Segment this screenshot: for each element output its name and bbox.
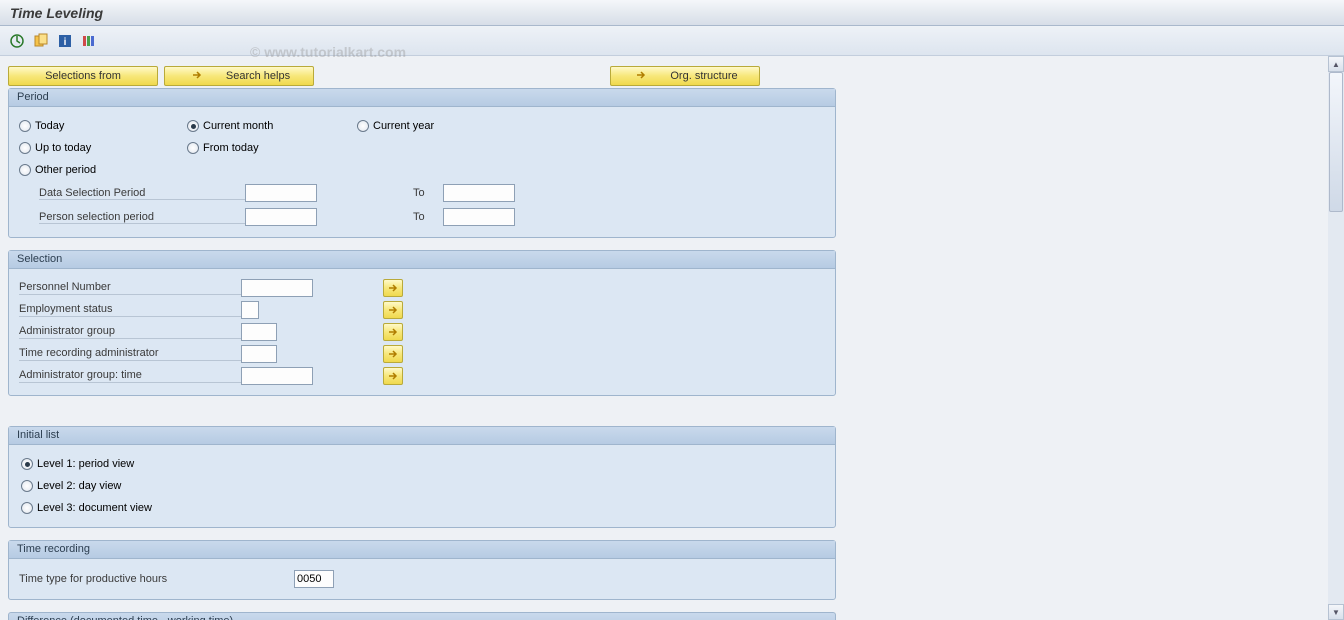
personnel-number-multi-button[interactable] [383, 279, 403, 297]
time-rec-admin-label: Time recording administrator [19, 347, 241, 361]
personnel-number-label: Personnel Number [19, 281, 241, 295]
radio-current-month[interactable] [187, 120, 199, 132]
time-type-label: Time type for productive hours [19, 573, 294, 585]
employment-status-multi-button[interactable] [383, 301, 403, 319]
employment-status-label: Employment status [19, 303, 241, 317]
button-row: Selections from Search helps Org. struct… [8, 66, 1320, 86]
admin-group-time-input[interactable] [241, 367, 313, 385]
arrow-right-icon [192, 70, 202, 83]
time-rec-admin-input[interactable] [241, 345, 277, 363]
admin-group-multi-button[interactable] [383, 323, 403, 341]
toolbar: i [0, 26, 1344, 56]
scrollbar[interactable]: ▲ ▼ [1328, 56, 1344, 620]
person-selection-to-input[interactable] [443, 208, 515, 226]
personnel-number-input[interactable] [241, 279, 313, 297]
search-helps-button[interactable]: Search helps [164, 66, 314, 86]
radio-from-today[interactable] [187, 142, 199, 154]
selections-from-label: Selections from [45, 70, 121, 82]
level2-label: Level 2: day view [37, 480, 121, 492]
person-selection-from-input[interactable] [245, 208, 317, 226]
time-recording-panel: Time recording Time type for productive … [8, 540, 836, 600]
admin-group-time-multi-button[interactable] [383, 367, 403, 385]
employment-status-input[interactable] [241, 301, 259, 319]
level3-label: Level 3: document view [37, 502, 152, 514]
radio-today[interactable] [19, 120, 31, 132]
org-structure-button[interactable]: Org. structure [610, 66, 760, 86]
data-selection-to-input[interactable] [443, 184, 515, 202]
current-month-label: Current month [203, 120, 273, 132]
initial-list-panel: Initial list Level 1: period view Level … [8, 426, 836, 528]
selections-from-button[interactable]: Selections from [8, 66, 158, 86]
data-selection-period-label: Data Selection Period [39, 187, 245, 200]
layout-icon[interactable] [80, 32, 98, 50]
other-period-label: Other period [35, 164, 96, 176]
selection-panel: Selection Personnel Number Employment st… [8, 250, 836, 396]
scroll-track[interactable] [1328, 72, 1344, 604]
to-label-2: To [383, 211, 443, 223]
radio-up-to-today[interactable] [19, 142, 31, 154]
period-header: Period [9, 89, 835, 107]
initial-list-header: Initial list [9, 427, 835, 445]
page-title: Time Leveling [10, 5, 103, 21]
current-year-label: Current year [373, 120, 434, 132]
level1-label: Level 1: period view [37, 458, 134, 470]
scroll-up-button[interactable]: ▲ [1328, 56, 1344, 72]
time-rec-admin-multi-button[interactable] [383, 345, 403, 363]
scroll-thumb[interactable] [1329, 72, 1343, 212]
content-area: Selections from Search helps Org. struct… [0, 56, 1344, 620]
period-panel: Period Today Current month Current year [8, 88, 836, 238]
radio-other-period[interactable] [19, 164, 31, 176]
title-bar: Time Leveling [0, 0, 1344, 26]
time-type-input[interactable] [294, 570, 334, 588]
today-label: Today [35, 120, 64, 132]
person-selection-period-label: Person selection period [39, 211, 245, 224]
difference-header: Difference (documented time - working ti… [8, 612, 836, 620]
time-recording-header: Time recording [9, 541, 835, 559]
radio-level2[interactable] [21, 480, 33, 492]
data-selection-from-input[interactable] [245, 184, 317, 202]
admin-group-input[interactable] [241, 323, 277, 341]
up-to-today-label: Up to today [35, 142, 91, 154]
org-structure-label: Org. structure [670, 70, 737, 82]
variant-icon[interactable] [32, 32, 50, 50]
from-today-label: From today [203, 142, 259, 154]
info-icon[interactable]: i [56, 32, 74, 50]
to-label-1: To [383, 187, 443, 199]
svg-text:i: i [64, 37, 67, 48]
radio-level1[interactable] [21, 458, 33, 470]
admin-group-time-label: Administrator group: time [19, 369, 241, 383]
scroll-down-button[interactable]: ▼ [1328, 604, 1344, 620]
arrow-right-icon [636, 70, 646, 83]
execute-icon[interactable] [8, 32, 26, 50]
search-helps-label: Search helps [226, 70, 290, 82]
admin-group-label: Administrator group [19, 325, 241, 339]
selection-header: Selection [9, 251, 835, 269]
radio-level3[interactable] [21, 502, 33, 514]
radio-current-year[interactable] [357, 120, 369, 132]
